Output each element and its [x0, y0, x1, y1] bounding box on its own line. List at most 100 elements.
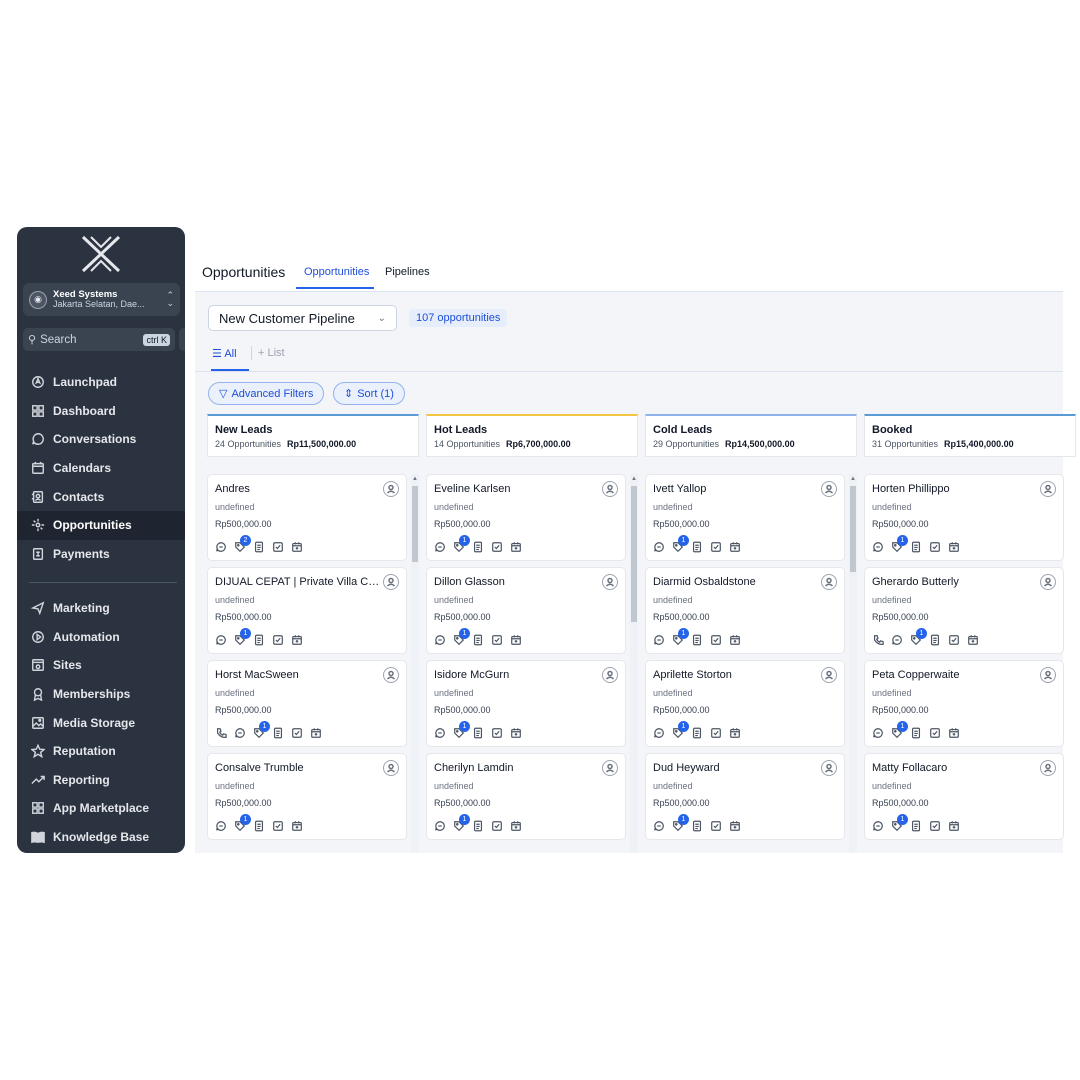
message-icon[interactable]	[652, 726, 665, 739]
appointment-icon[interactable]	[728, 633, 741, 646]
opportunity-card[interactable]: Horten Phillippo undefined Rp500,000.00 1	[864, 474, 1064, 561]
scroll-up-arrow-icon[interactable]: ▲	[631, 476, 637, 482]
note-icon[interactable]	[252, 540, 265, 553]
task-icon[interactable]	[490, 540, 503, 553]
note-icon[interactable]	[690, 819, 703, 832]
sidebar-item-payments[interactable]: Payments	[17, 540, 185, 569]
task-icon[interactable]	[490, 819, 503, 832]
tag-icon[interactable]: 1	[252, 721, 270, 739]
assign-user-icon[interactable]	[602, 481, 618, 497]
message-icon[interactable]	[871, 726, 884, 739]
opportunity-card[interactable]: Ivett Yallop undefined Rp500,000.00 1	[645, 474, 845, 561]
tag-icon[interactable]: 1	[233, 628, 251, 646]
message-icon[interactable]	[214, 540, 227, 553]
opportunity-name[interactable]: Dillon Glasson	[434, 576, 600, 588]
message-icon[interactable]	[433, 633, 446, 646]
note-icon[interactable]	[909, 726, 922, 739]
sidebar-item-reputation[interactable]: Reputation	[17, 737, 185, 766]
sidebar-item-marketing[interactable]: Marketing	[17, 594, 185, 623]
opportunity-name[interactable]: Isidore McGurn	[434, 669, 600, 681]
message-icon[interactable]	[214, 819, 227, 832]
assign-user-icon[interactable]	[1040, 481, 1056, 497]
appointment-icon[interactable]	[728, 726, 741, 739]
opportunity-card[interactable]: DIJUAL CEPAT | Private Villa Cij... undef…	[207, 567, 407, 654]
sidebar-item-launchpad[interactable]: Launchpad	[17, 368, 185, 397]
task-icon[interactable]	[290, 726, 303, 739]
sidebar-item-media-storage[interactable]: Media Storage	[17, 708, 185, 737]
column-scrollbar[interactable]: ▲	[849, 474, 857, 852]
assign-user-icon[interactable]	[1040, 760, 1056, 776]
task-icon[interactable]	[928, 540, 941, 553]
task-icon[interactable]	[271, 633, 284, 646]
opportunity-name[interactable]: Ivett Yallop	[653, 483, 819, 495]
opportunity-card[interactable]: Consalve Trumble undefined Rp500,000.00 1	[207, 753, 407, 840]
phone-icon[interactable]	[214, 726, 227, 739]
sort-button[interactable]: ⇕ Sort (1)	[333, 382, 405, 405]
note-icon[interactable]	[690, 540, 703, 553]
assign-user-icon[interactable]	[1040, 667, 1056, 683]
appointment-icon[interactable]	[290, 633, 303, 646]
opportunity-card[interactable]: Dud Heyward undefined Rp500,000.00 1	[645, 753, 845, 840]
appointment-icon[interactable]	[509, 540, 522, 553]
tag-icon[interactable]: 1	[671, 814, 689, 832]
opportunity-card[interactable]: Cherilyn Lamdin undefined Rp500,000.00 1	[426, 753, 626, 840]
assign-user-icon[interactable]	[821, 574, 837, 590]
note-icon[interactable]	[471, 540, 484, 553]
opportunity-name[interactable]: Gherardo Butterly	[872, 576, 1038, 588]
task-icon[interactable]	[271, 540, 284, 553]
scroll-up-arrow-icon[interactable]: ▲	[850, 476, 856, 482]
note-icon[interactable]	[252, 633, 265, 646]
tag-icon[interactable]: 1	[909, 628, 927, 646]
scrollbar-thumb[interactable]	[412, 486, 418, 562]
task-icon[interactable]	[490, 726, 503, 739]
assign-user-icon[interactable]	[821, 481, 837, 497]
view-tab-all[interactable]: ☰ All	[212, 347, 237, 360]
opportunity-name[interactable]: Horten Phillippo	[872, 483, 1038, 495]
assign-user-icon[interactable]	[602, 667, 618, 683]
sidebar-item-sites[interactable]: Sites	[17, 651, 185, 680]
message-icon[interactable]	[214, 633, 227, 646]
note-icon[interactable]	[271, 726, 284, 739]
phone-icon[interactable]	[871, 633, 884, 646]
opportunity-card[interactable]: Gherardo Butterly undefined Rp500,000.00 1	[864, 567, 1064, 654]
opportunity-card[interactable]: Eveline Karlsen undefined Rp500,000.00 1	[426, 474, 626, 561]
tag-icon[interactable]: 1	[452, 535, 470, 553]
note-icon[interactable]	[252, 819, 265, 832]
search-input[interactable]: ⚲ Search ctrl K	[23, 328, 175, 351]
sidebar-item-contacts[interactable]: Contacts	[17, 482, 185, 511]
message-icon[interactable]	[871, 819, 884, 832]
tag-icon[interactable]: 2	[233, 535, 251, 553]
message-icon[interactable]	[433, 819, 446, 832]
task-icon[interactable]	[709, 726, 722, 739]
note-icon[interactable]	[909, 819, 922, 832]
tab-pipelines[interactable]: Pipelines	[385, 266, 430, 278]
appointment-icon[interactable]	[509, 633, 522, 646]
appointment-icon[interactable]	[966, 633, 979, 646]
message-icon[interactable]	[652, 819, 665, 832]
note-icon[interactable]	[471, 633, 484, 646]
tag-icon[interactable]: 1	[452, 628, 470, 646]
opportunity-card[interactable]: Horst MacSween undefined Rp500,000.00 1	[207, 660, 407, 747]
sidebar-item-conversations[interactable]: Conversations	[17, 425, 185, 454]
assign-user-icon[interactable]	[383, 760, 399, 776]
quick-action-bolt-icon[interactable]: ⚡	[179, 328, 185, 351]
assign-user-icon[interactable]	[1040, 574, 1056, 590]
message-icon[interactable]	[652, 540, 665, 553]
assign-user-icon[interactable]	[383, 574, 399, 590]
opportunity-card[interactable]: Dillon Glasson undefined Rp500,000.00 1	[426, 567, 626, 654]
pipeline-select[interactable]: New Customer Pipeline ⌄	[208, 305, 397, 331]
tag-icon[interactable]: 1	[233, 814, 251, 832]
appointment-icon[interactable]	[290, 819, 303, 832]
opportunity-name[interactable]: Andres	[215, 483, 381, 495]
note-icon[interactable]	[690, 726, 703, 739]
tag-icon[interactable]: 1	[452, 814, 470, 832]
opportunity-card[interactable]: Matty Follacaro undefined Rp500,000.00 1	[864, 753, 1064, 840]
tag-icon[interactable]: 1	[671, 628, 689, 646]
opportunity-name[interactable]: Cherilyn Lamdin	[434, 762, 600, 774]
column-scrollbar[interactable]: ▲	[630, 474, 638, 852]
opportunity-name[interactable]: Horst MacSween	[215, 669, 381, 681]
message-icon[interactable]	[433, 540, 446, 553]
account-switcher[interactable]: ◉ Xeed Systems Jakarta Selatan, Dae... ⌃…	[23, 283, 180, 316]
scroll-up-arrow-icon[interactable]: ▲	[412, 476, 418, 482]
opportunity-name[interactable]: Peta Copperwaite	[872, 669, 1038, 681]
